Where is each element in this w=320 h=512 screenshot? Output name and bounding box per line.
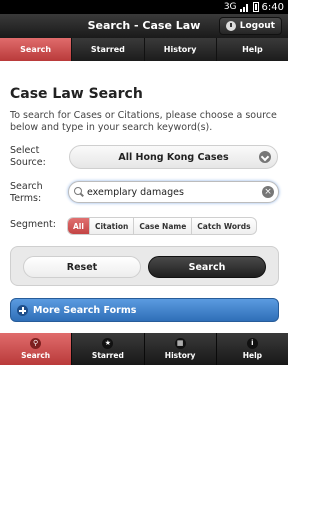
title-bar: Search - Case Law Logout [0,14,288,38]
tab-help[interactable]: Help [216,38,288,61]
segment-label: Segment: [10,219,56,230]
search-icon: ⚲ [30,338,42,349]
search-terms-value: exemplary damages [87,186,184,198]
tab-search[interactable]: Search [0,38,73,61]
more-search-forms-label: More Search Forms [33,304,137,316]
star-icon: ★ [102,338,114,349]
search-terms-input[interactable]: exemplary damages × [68,181,279,203]
chevron-down-icon [259,151,271,163]
bottom-nav-starred[interactable]: ★ Starred [72,333,145,365]
bottom-nav-label: Search [21,351,51,360]
segment-all[interactable]: All [68,218,90,234]
bottom-nav-label: History [164,351,196,360]
segment-control: All Citation Case Name Catch Words [67,217,257,235]
bottom-nav-label: Starred [91,351,124,360]
status-bar: 3G 6:40 [0,0,288,14]
action-bar: Reset Search [10,246,279,286]
bottom-nav-help[interactable]: i Help [216,333,288,365]
form-heading: Case Law Search [10,86,143,102]
battery-icon [252,2,259,12]
top-tab-bar: Search Starred History Help [0,38,288,61]
info-icon: i [246,338,258,349]
clear-icon[interactable]: × [262,186,274,198]
more-search-forms-button[interactable]: More Search Forms [10,298,279,322]
segment-citation[interactable]: Citation [90,218,135,234]
clock: 6:40 [261,1,284,13]
status-icons: 3G 6:40 [224,1,284,13]
history-icon: ▦ [174,338,186,349]
source-select-value: All Hong Kong Cases [118,151,229,163]
signal-icon [239,2,250,12]
source-select[interactable]: All Hong Kong Cases [69,145,278,169]
search-icon [74,187,84,197]
form-description: To search for Cases or Citations, please… [10,110,277,133]
reset-button[interactable]: Reset [23,256,141,278]
logout-label: Logout [239,21,275,31]
network-type: 3G [223,2,237,12]
app-screen: 3G 6:40 Search - Case Law Logout Search … [0,0,288,512]
bottom-nav-search[interactable]: ⚲ Search [0,333,73,365]
terms-label: Search Terms: [10,181,43,204]
plus-icon [17,305,28,316]
bottom-nav-label: Help [242,351,263,360]
segment-catch-words[interactable]: Catch Words [192,218,255,234]
source-label: Select Source: [10,145,46,168]
tab-starred[interactable]: Starred [72,38,145,61]
segment-case-name[interactable]: Case Name [134,218,193,234]
bottom-nav: ⚲ Search ★ Starred ▦ History i Help [0,333,288,365]
search-button[interactable]: Search [148,256,266,278]
power-icon [225,21,236,31]
logout-button[interactable]: Logout [218,17,282,35]
tab-history[interactable]: History [144,38,217,61]
bottom-nav-history[interactable]: ▦ History [144,333,217,365]
